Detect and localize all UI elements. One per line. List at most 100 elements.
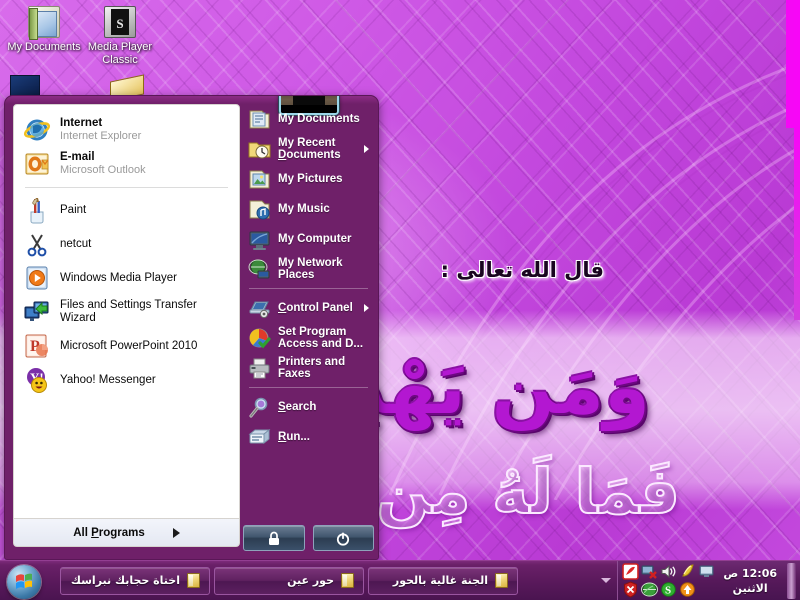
clock[interactable]: 12:06 ص الاثنين — [719, 566, 783, 596]
submenu-arrow-icon — [364, 304, 369, 312]
wallpaper-heading: قال الله تعالى : — [440, 258, 604, 282]
start-item-text: Paint — [60, 203, 87, 216]
folder-icon — [341, 573, 354, 588]
start-item-text: Windows Media Player — [60, 271, 177, 284]
start-item-netcut[interactable]: netcut — [14, 227, 239, 261]
clock-day: الاثنين — [732, 581, 768, 595]
windows-flag-icon — [16, 573, 32, 589]
wallpaper-verse-line-1: وَمَن يَهْدِ — [346, 345, 650, 431]
start-item-yahoo-messenger[interactable]: Y! Yahoo! Messenger — [14, 363, 239, 397]
taskbar-window-buttons[interactable]: اختاة حجابك نبراسك حور عين الجنة غالية ب… — [60, 566, 518, 595]
tray-icon-list[interactable]: S — [622, 563, 715, 598]
my-pictures-icon — [248, 168, 271, 191]
security-alert-icon[interactable] — [622, 581, 639, 598]
taskbar-button-3[interactable]: الجنة غالية بالحور — [368, 566, 518, 595]
start-right-label: My Computer — [278, 232, 352, 245]
my-recent-documents-icon — [248, 138, 271, 161]
printers-and-faxes-icon — [248, 357, 271, 380]
folder-documents-icon — [28, 6, 60, 40]
start-right-my-recent-documents[interactable]: My Recent Documents — [243, 134, 374, 164]
start-right-label: Printers and Faxes — [278, 355, 346, 381]
paint-icon — [23, 196, 51, 224]
start-right-control-panel[interactable]: Control Panel — [243, 293, 374, 323]
start-item-text: Yahoo! Messenger — [60, 373, 156, 386]
start-menu-left-panel[interactable]: Internet Internet Explorer E-mail Micros… — [13, 104, 240, 519]
start-item-windows-media-player[interactable]: Windows Media Player — [14, 261, 239, 295]
my-music-icon — [248, 198, 271, 221]
start-right-printers-and-faxes[interactable]: Printers and Faxes — [243, 353, 374, 383]
network-disconnected-icon[interactable] — [641, 563, 658, 580]
my-documents-icon — [248, 108, 271, 131]
desktop-icon-my-documents[interactable]: My Documents — [4, 6, 84, 54]
antivirus-icon[interactable] — [622, 563, 640, 580]
start-right-label: Control Panel — [278, 301, 353, 314]
start-right-label: My Pictures — [278, 172, 343, 185]
folder-icon — [187, 573, 200, 588]
start-menu-right-panel[interactable]: My Documents My Recent Documents My Pict… — [243, 104, 374, 547]
start-right-my-pictures[interactable]: My Pictures — [243, 164, 374, 194]
start-right-label: My Network Places — [278, 256, 343, 282]
start-menu[interactable]: Internet Internet Explorer E-mail Micros… — [4, 95, 379, 560]
start-right-my-network-places[interactable]: My Network Places — [243, 254, 374, 284]
windows-media-player-icon — [23, 264, 51, 292]
start-right-run[interactable]: Run... — [243, 422, 374, 452]
start-right-label: My Music — [278, 202, 330, 215]
outlook-icon — [23, 150, 51, 178]
taskbar-button-label: اختاة حجابك نبراسك — [70, 574, 180, 587]
start-item-microsoft-powerpoint[interactable]: P Microsoft PowerPoint 2010 — [14, 329, 239, 363]
start-item-internet[interactable]: Internet Internet Explorer — [14, 113, 239, 147]
start-right-search[interactable]: Search — [243, 392, 374, 422]
taskbar[interactable]: اختاة حجابك نبراسك حور عين الجنة غالية ب… — [0, 560, 800, 600]
all-programs-label: All Programs — [73, 526, 145, 539]
wallpaper-edge-strip-secondary — [794, 0, 800, 320]
start-right-separator — [249, 387, 368, 388]
svg-text:S: S — [665, 585, 671, 597]
set-program-access-icon — [248, 327, 271, 350]
start-button[interactable] — [2, 562, 46, 600]
my-network-places-icon — [248, 258, 271, 281]
start-item-files-and-settings-transfer-wizard[interactable]: Files and Settings Transfer Wizard — [14, 295, 239, 329]
control-panel-icon — [248, 297, 271, 320]
volume-icon[interactable] — [660, 563, 677, 580]
globe-icon[interactable] — [641, 581, 659, 598]
update-arrow-icon[interactable] — [679, 581, 696, 598]
start-right-my-music[interactable]: My Music — [243, 194, 374, 224]
tray-expand-button[interactable] — [599, 566, 613, 596]
taskbar-button-2[interactable]: حور عين — [214, 566, 364, 595]
desktop-icon-media-player-classic[interactable]: S Media Player Classic — [80, 6, 160, 67]
start-right-label: My Documents — [278, 112, 360, 125]
submenu-arrow-icon — [364, 145, 369, 153]
taskbar-button-1[interactable]: اختاة حجابك نبراسك — [60, 566, 210, 595]
start-right-my-documents[interactable]: My Documents — [243, 104, 374, 134]
start-menu-bottom-buttons[interactable] — [243, 525, 374, 551]
start-menu-separator — [25, 187, 228, 188]
folder-icon — [495, 573, 508, 588]
chevron-right-icon — [172, 527, 180, 538]
all-programs-button[interactable]: All Programs — [13, 519, 240, 547]
start-item-text: Internet Internet Explorer — [60, 117, 142, 142]
desktop-icon-occluded-monitor[interactable] — [10, 75, 40, 97]
start-item-email[interactable]: E-mail Microsoft Outlook — [14, 147, 239, 181]
log-off-button[interactable] — [243, 525, 305, 551]
netcut-scissors-icon — [23, 230, 51, 258]
turn-off-computer-button[interactable] — [312, 525, 374, 551]
desktop-icon-label: My Documents — [7, 41, 81, 53]
run-icon — [248, 426, 271, 449]
desktop-icon-label: Media Player Classic — [87, 41, 153, 66]
powerpoint-icon: P — [23, 332, 51, 360]
start-right-my-computer[interactable]: My Computer — [243, 224, 374, 254]
display-icon[interactable] — [698, 563, 715, 580]
yellow-shield-icon[interactable] — [679, 563, 696, 580]
taskbar-resize-grip[interactable] — [787, 562, 796, 599]
system-tray[interactable]: S 12:06 ص الاثنين — [617, 560, 800, 600]
search-icon — [248, 396, 271, 419]
start-right-set-program-access[interactable]: Set Program Access and D... — [243, 323, 374, 353]
start-right-label: My Recent Documents — [278, 136, 341, 162]
skype-icon[interactable]: S — [660, 581, 677, 598]
taskbar-button-label: الجنة غالية بالحور — [392, 574, 488, 587]
start-item-text: E-mail Microsoft Outlook — [60, 151, 146, 176]
start-item-paint[interactable]: Paint — [14, 193, 239, 227]
my-computer-icon — [248, 228, 271, 251]
start-item-text: netcut — [60, 237, 92, 250]
desktop[interactable]: قال الله تعالى : وَمَن يَهْدِ فَمَا لَهُ… — [0, 0, 800, 600]
